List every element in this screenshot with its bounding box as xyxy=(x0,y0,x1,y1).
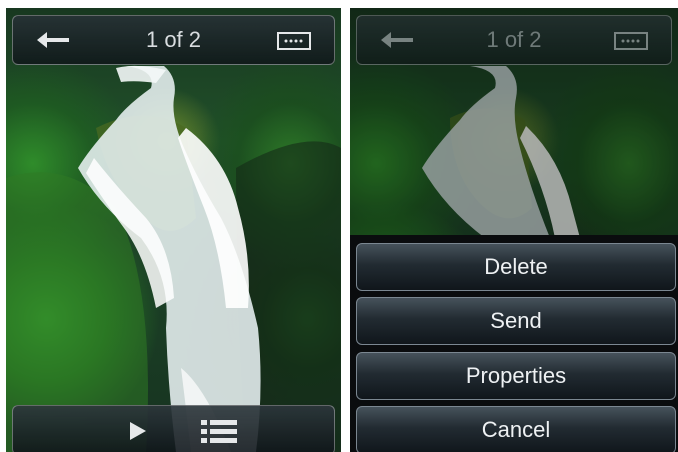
waterfall-illustration xyxy=(6,65,341,452)
context-menu: Delete Send Properties Cancel xyxy=(350,235,678,452)
photo-viewer-screen-left: 1 of 2 xyxy=(6,8,341,452)
delete-button[interactable]: Delete xyxy=(356,243,676,291)
send-button[interactable]: Send xyxy=(356,297,676,345)
fit-screen-icon[interactable] xyxy=(276,30,312,52)
photo-viewer-screen-right: 1 of 2 Delete Send Properties Cancel xyxy=(350,8,678,452)
waterfall-photo[interactable] xyxy=(6,8,341,452)
cancel-button[interactable]: Cancel xyxy=(356,406,676,452)
properties-button[interactable]: Properties xyxy=(356,352,676,400)
back-arrow-icon xyxy=(381,32,413,48)
bottom-toolbar xyxy=(12,405,335,452)
top-toolbar: 1 of 2 xyxy=(12,15,335,65)
back-arrow-icon[interactable] xyxy=(35,28,75,52)
play-icon[interactable] xyxy=(125,419,149,443)
list-icon[interactable] xyxy=(199,418,239,444)
fit-screen-icon xyxy=(614,32,648,50)
top-toolbar: 1 of 2 xyxy=(356,15,672,65)
